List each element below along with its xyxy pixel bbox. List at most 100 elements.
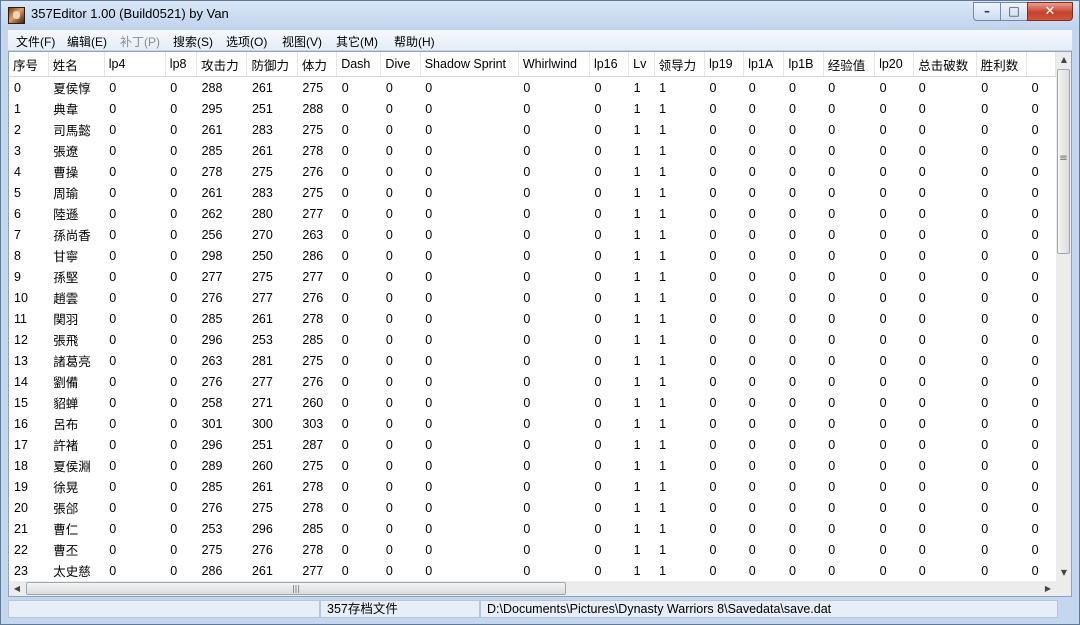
table-cell[interactable]: 0: [784, 77, 823, 99]
table-cell[interactable]: 0: [337, 329, 381, 350]
table-cell[interactable]: 0: [337, 203, 381, 224]
table-cell[interactable]: 275: [197, 539, 247, 560]
table-cell[interactable]: 0: [420, 287, 518, 308]
table-cell[interactable]: 298: [197, 245, 247, 266]
table-cell[interactable]: 0: [337, 182, 381, 203]
table-cell[interactable]: 0: [518, 539, 589, 560]
column-header[interactable]: lp1B: [783, 52, 824, 77]
table-cell[interactable]: 0: [381, 539, 420, 560]
table-cell[interactable]: 0: [914, 329, 976, 350]
table-cell[interactable]: 0: [744, 434, 784, 455]
table-cell[interactable]: 0: [705, 476, 744, 497]
table-cell[interactable]: 5: [9, 182, 48, 203]
table-cell[interactable]: 0: [914, 392, 976, 413]
table-cell[interactable]: 0: [744, 539, 784, 560]
table-cell[interactable]: 0: [518, 182, 589, 203]
table-cell[interactable]: 0: [976, 77, 1026, 99]
table-cell[interactable]: 0: [589, 455, 628, 476]
table-cell[interactable]: 1: [629, 245, 654, 266]
column-header[interactable]: 胜利数: [976, 52, 1028, 77]
table-cell[interactable]: 0: [381, 287, 420, 308]
table-cell[interactable]: 1: [654, 182, 704, 203]
table-cell[interactable]: 0: [518, 518, 589, 539]
table-cell[interactable]: 1: [629, 392, 654, 413]
table-cell[interactable]: 0: [518, 371, 589, 392]
table-cell[interactable]: 0: [914, 119, 976, 140]
table-cell[interactable]: 0: [914, 77, 976, 99]
table-row[interactable]: 17 許褚 0 0 296 251 287 0 0 0 0 0 1 1 0 0 0 0 0 0 0 0: [9, 434, 1056, 455]
table-cell[interactable]: 0: [381, 119, 420, 140]
table-cell[interactable]: 0: [165, 161, 196, 182]
table-cell[interactable]: 1: [654, 329, 704, 350]
table-cell[interactable]: 253: [247, 329, 297, 350]
table-cell[interactable]: 0: [875, 476, 914, 497]
table-cell[interactable]: 0: [104, 245, 165, 266]
column-header[interactable]: 体力: [297, 52, 338, 77]
table-cell[interactable]: 0: [381, 266, 420, 287]
table-cell[interactable]: 276: [197, 371, 247, 392]
table-cell[interactable]: 1: [629, 266, 654, 287]
table-cell[interactable]: 曹丕: [48, 539, 104, 560]
table-cell[interactable]: 0: [420, 518, 518, 539]
table-cell[interactable]: 1: [654, 224, 704, 245]
table-cell[interactable]: 0: [976, 371, 1026, 392]
table-row[interactable]: 14 劉備 0 0 276 277 276 0 0 0 0 0 1 1 0 0 0 0 0 0 0 0: [9, 371, 1056, 392]
table-cell[interactable]: 18: [9, 455, 48, 476]
table-cell[interactable]: 0: [104, 518, 165, 539]
table-cell[interactable]: 0: [381, 518, 420, 539]
table-cell[interactable]: 0: [337, 140, 381, 161]
table-cell[interactable]: 0: [381, 434, 420, 455]
table-cell[interactable]: 孫堅: [48, 266, 104, 287]
table-cell[interactable]: 許褚: [48, 434, 104, 455]
table-cell[interactable]: 0: [914, 245, 976, 266]
table-cell[interactable]: 1: [629, 476, 654, 497]
table-cell[interactable]: 0: [1027, 287, 1056, 308]
table-cell[interactable]: 0: [705, 413, 744, 434]
table-cell[interactable]: 1: [654, 539, 704, 560]
vertical-scroll-thumb[interactable]: [1057, 69, 1070, 254]
table-cell[interactable]: 0: [823, 161, 874, 182]
table-cell[interactable]: 287: [297, 434, 336, 455]
table-cell[interactable]: 285: [297, 518, 336, 539]
table-cell[interactable]: 0: [1027, 140, 1056, 161]
table-cell[interactable]: 0: [744, 518, 784, 539]
table-cell[interactable]: 0: [976, 497, 1026, 518]
table-cell[interactable]: 289: [197, 455, 247, 476]
table-cell[interactable]: 0: [914, 140, 976, 161]
table-cell[interactable]: 0: [976, 224, 1026, 245]
table-row[interactable]: 20 張郃 0 0 276 275 278 0 0 0 0 0 1 1 0 0 0 0 0 0 0 0: [9, 497, 1056, 518]
table-cell[interactable]: 1: [629, 98, 654, 119]
table-cell[interactable]: 関羽: [48, 308, 104, 329]
table-row[interactable]: 1 典韋 0 0 295 251 288 0 0 0 0 0 1 1 0 0 0 0 0 0 0 0: [9, 98, 1056, 119]
table-cell[interactable]: 17: [9, 434, 48, 455]
column-header[interactable]: 序号: [9, 52, 49, 77]
table-cell[interactable]: 21: [9, 518, 48, 539]
table-row[interactable]: 21 曹仁 0 0 253 296 285 0 0 0 0 0 1 1 0 0 0 0 0 0 0 0: [9, 518, 1056, 539]
table-cell[interactable]: 0: [1027, 371, 1056, 392]
table-cell[interactable]: 0: [914, 287, 976, 308]
table-cell[interactable]: 0: [1027, 539, 1056, 560]
table-cell[interactable]: 14: [9, 371, 48, 392]
table-row[interactable]: 15 貂蝉 0 0 258 271 260 0 0 0 0 0 1 1 0 0 0 0 0 0 0 0: [9, 392, 1056, 413]
table-cell[interactable]: 0: [381, 413, 420, 434]
table-cell[interactable]: 0: [165, 245, 196, 266]
table-cell[interactable]: 0: [1027, 497, 1056, 518]
table-cell[interactable]: 0: [589, 434, 628, 455]
table-cell[interactable]: 0: [976, 329, 1026, 350]
table-cell[interactable]: 0: [784, 434, 823, 455]
table-cell[interactable]: 0: [337, 161, 381, 182]
table-cell[interactable]: 0: [914, 203, 976, 224]
table-cell[interactable]: 0: [165, 560, 196, 581]
table-cell[interactable]: 0: [784, 371, 823, 392]
table-cell[interactable]: 0: [420, 140, 518, 161]
table-cell[interactable]: 0: [744, 497, 784, 518]
table-cell[interactable]: 孫尚香: [48, 224, 104, 245]
table-cell[interactable]: 0: [589, 560, 628, 581]
table-cell[interactable]: 0: [976, 476, 1026, 497]
table-cell[interactable]: 0: [784, 266, 823, 287]
table-cell[interactable]: 0: [165, 476, 196, 497]
table-cell[interactable]: 295: [197, 98, 247, 119]
table-cell[interactable]: 0: [823, 455, 874, 476]
table-cell[interactable]: 曹操: [48, 161, 104, 182]
table-cell[interactable]: 0: [705, 266, 744, 287]
